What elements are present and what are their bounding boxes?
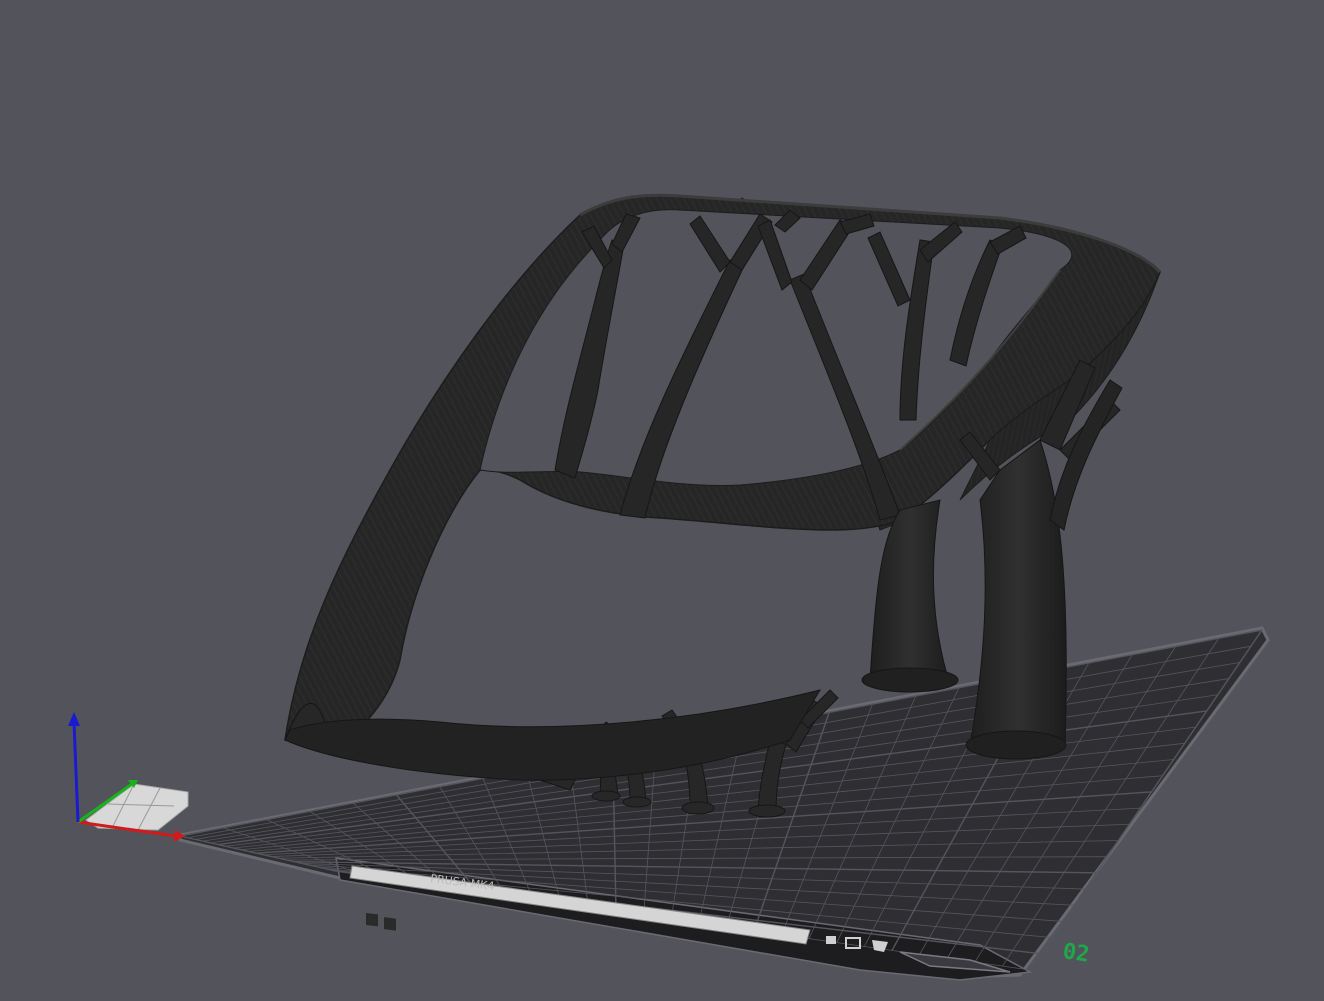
label-logo-icon xyxy=(366,912,378,927)
z-axis-arrowhead xyxy=(68,712,80,726)
3d-viewport[interactable]: PRUSA MK4 02 xyxy=(0,0,1324,1001)
plate-number-label: 02 xyxy=(1061,939,1091,967)
label-logo-icon-2 xyxy=(384,917,396,931)
z-axis-arrow xyxy=(72,721,80,823)
print-model[interactable] xyxy=(284,193,1162,818)
scene-canvas[interactable]: PRUSA MK4 02 xyxy=(0,0,1324,1001)
axes-gizmo[interactable] xyxy=(68,712,189,842)
